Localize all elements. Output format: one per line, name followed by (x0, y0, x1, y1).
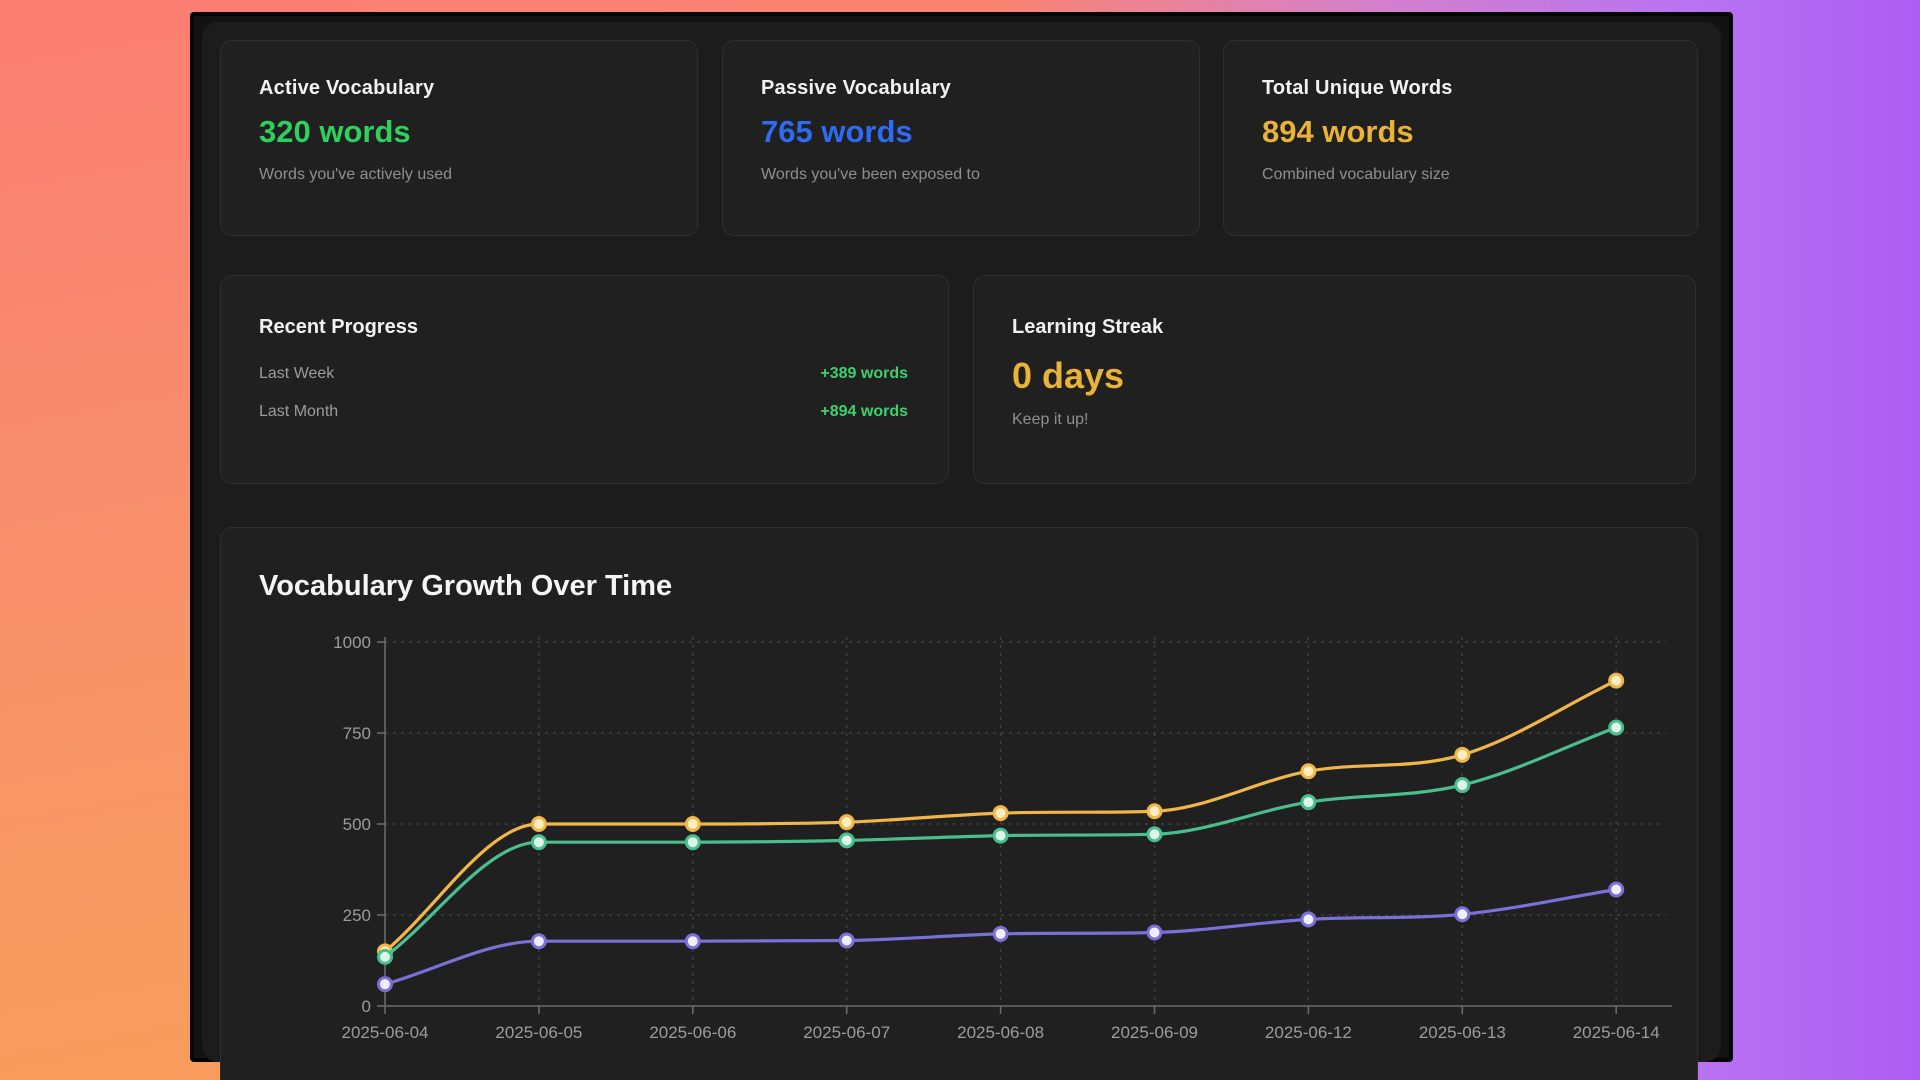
chart-point (994, 829, 1007, 842)
chart-point (379, 978, 392, 991)
y-tick-label: 1000 (333, 633, 371, 652)
x-tick-label: 2025-06-08 (957, 1023, 1044, 1042)
stat-card-active-vocabulary: Active Vocabulary 320 words Words you've… (220, 40, 698, 236)
chart-point (1302, 913, 1315, 926)
recent-progress-title: Recent Progress (259, 316, 908, 339)
chart-point (379, 950, 392, 963)
chart-point (1610, 674, 1623, 687)
stat-subtitle: Combined vocabulary size (1262, 166, 1659, 184)
progress-value: +389 words (820, 365, 908, 383)
learning-streak-caption: Keep it up! (1012, 411, 1657, 429)
chart-point (1302, 765, 1315, 778)
chart-point (840, 834, 853, 847)
stat-title: Active Vocabulary (259, 77, 659, 100)
chart-point (840, 816, 853, 829)
chart-point (1456, 779, 1469, 792)
progress-value: +894 words (820, 403, 908, 421)
chart-point (532, 818, 545, 831)
vocabulary-growth-chart-canvas[interactable]: 0 250 500 750 1000 2025-06-04 2025-06-05 2025-0… (221, 601, 1681, 1063)
stat-subtitle: Words you've actively used (259, 166, 659, 184)
chart-point (1148, 805, 1161, 818)
progress-label: Last Week (259, 365, 334, 383)
x-tick-label: 2025-06-13 (1419, 1023, 1506, 1042)
stat-value: 894 words (1262, 114, 1659, 150)
chart-point (1456, 908, 1469, 921)
chart-point (1456, 748, 1469, 761)
y-tick-label: 250 (343, 906, 371, 925)
stat-value: 320 words (259, 114, 659, 150)
chart-point (1610, 721, 1623, 734)
learning-streak-card: Learning Streak 0 days Keep it up! (973, 275, 1696, 484)
vocabulary-growth-card: Vocabulary Growth Over Time 0 250 500 750 10… (220, 527, 1698, 1080)
chart-point (532, 836, 545, 849)
progress-row-last-week: Last Week +389 words (259, 365, 908, 383)
x-tick-label: 2025-06-07 (803, 1023, 890, 1042)
chart-point (1148, 926, 1161, 939)
x-tick-label: 2025-06-06 (649, 1023, 736, 1042)
learning-streak-title: Learning Streak (1012, 316, 1657, 339)
progress-row-last-month: Last Month +894 words (259, 403, 908, 421)
y-tick-label: 750 (343, 724, 371, 743)
x-tick-label: 2025-06-04 (342, 1023, 429, 1042)
stat-card-total-unique-words: Total Unique Words 894 words Combined vo… (1223, 40, 1698, 236)
y-tick-label: 500 (343, 815, 371, 834)
x-tick-label: 2025-06-14 (1573, 1023, 1660, 1042)
chart-title: Vocabulary Growth Over Time (259, 570, 672, 603)
stat-subtitle: Words you've been exposed to (761, 166, 1161, 184)
chart-point (994, 927, 1007, 940)
stat-title: Passive Vocabulary (761, 77, 1161, 100)
chart-point (532, 935, 545, 948)
x-tick-label: 2025-06-05 (495, 1023, 582, 1042)
x-tick-label: 2025-06-09 (1111, 1023, 1198, 1042)
x-tick-label: 2025-06-12 (1265, 1023, 1352, 1042)
chart-point (994, 807, 1007, 820)
chart-point (1302, 796, 1315, 809)
desktop-background: Active Vocabulary 320 words Words you've… (0, 0, 1920, 1080)
recent-progress-card: Recent Progress Last Week +389 words Las… (220, 275, 949, 484)
learning-streak-value: 0 days (1012, 355, 1657, 397)
chart-point (840, 934, 853, 947)
stat-card-passive-vocabulary: Passive Vocabulary 765 words Words you'v… (722, 40, 1200, 236)
stat-title: Total Unique Words (1262, 77, 1659, 100)
y-tick-label: 0 (362, 997, 371, 1016)
stat-value: 765 words (761, 114, 1161, 150)
chart-point (686, 935, 699, 948)
chart-point (1148, 828, 1161, 841)
chart-point (686, 818, 699, 831)
chart-point (1610, 883, 1623, 896)
progress-label: Last Month (259, 403, 338, 421)
chart-point (686, 836, 699, 849)
